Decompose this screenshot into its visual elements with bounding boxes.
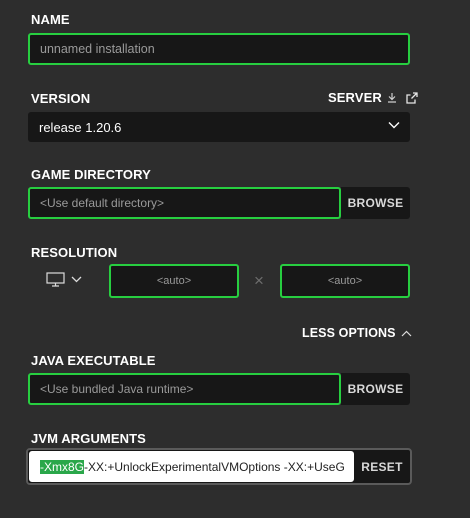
download-icon [387, 92, 397, 103]
java-executable-label: JAVA EXECUTABLE [31, 353, 156, 368]
resolution-preset-dropdown[interactable] [46, 272, 82, 287]
chevron-down-icon [388, 121, 400, 129]
jvm-arguments-selected-text: -Xmx8G [40, 459, 85, 474]
jvm-arguments-reset-button[interactable]: RESET [354, 451, 410, 482]
game-directory-browse-button[interactable]: BROWSE [341, 187, 410, 219]
less-options-label: LESS OPTIONS [302, 326, 396, 340]
server-download-link[interactable]: SERVER [328, 90, 418, 105]
resolution-separator: × [254, 271, 264, 290]
monitor-icon [46, 272, 65, 287]
external-link-icon[interactable] [406, 91, 418, 104]
less-options-toggle[interactable]: LESS OPTIONS [302, 326, 412, 340]
server-link-label: SERVER [328, 90, 382, 105]
game-directory-label: GAME DIRECTORY [31, 167, 151, 182]
chevron-down-icon [71, 276, 82, 283]
version-select[interactable]: release 1.20.6 [28, 112, 410, 142]
java-executable-input[interactable]: <Use bundled Java runtime> [28, 373, 341, 405]
version-selected-value: release 1.20.6 [39, 119, 122, 135]
jvm-arguments-input[interactable]: -Xmx8G -XX:+UnlockExperimentalVMOptions … [29, 451, 354, 482]
resolution-height-input[interactable]: <auto> [280, 264, 410, 298]
name-label: NAME [31, 12, 70, 27]
resolution-width-input[interactable]: <auto> [109, 264, 239, 298]
jvm-arguments-label: JVM ARGUMENTS [31, 431, 146, 446]
name-input[interactable]: unnamed installation [28, 33, 410, 65]
resolution-label: RESOLUTION [31, 245, 118, 260]
version-label: VERSION [31, 91, 91, 106]
jvm-arguments-text: -XX:+UnlockExperimentalVMOptions -XX:+Us… [84, 459, 345, 474]
game-directory-input[interactable]: <Use default directory> [28, 187, 341, 219]
chevron-up-icon [401, 330, 412, 337]
java-executable-browse-button[interactable]: BROWSE [341, 373, 410, 405]
